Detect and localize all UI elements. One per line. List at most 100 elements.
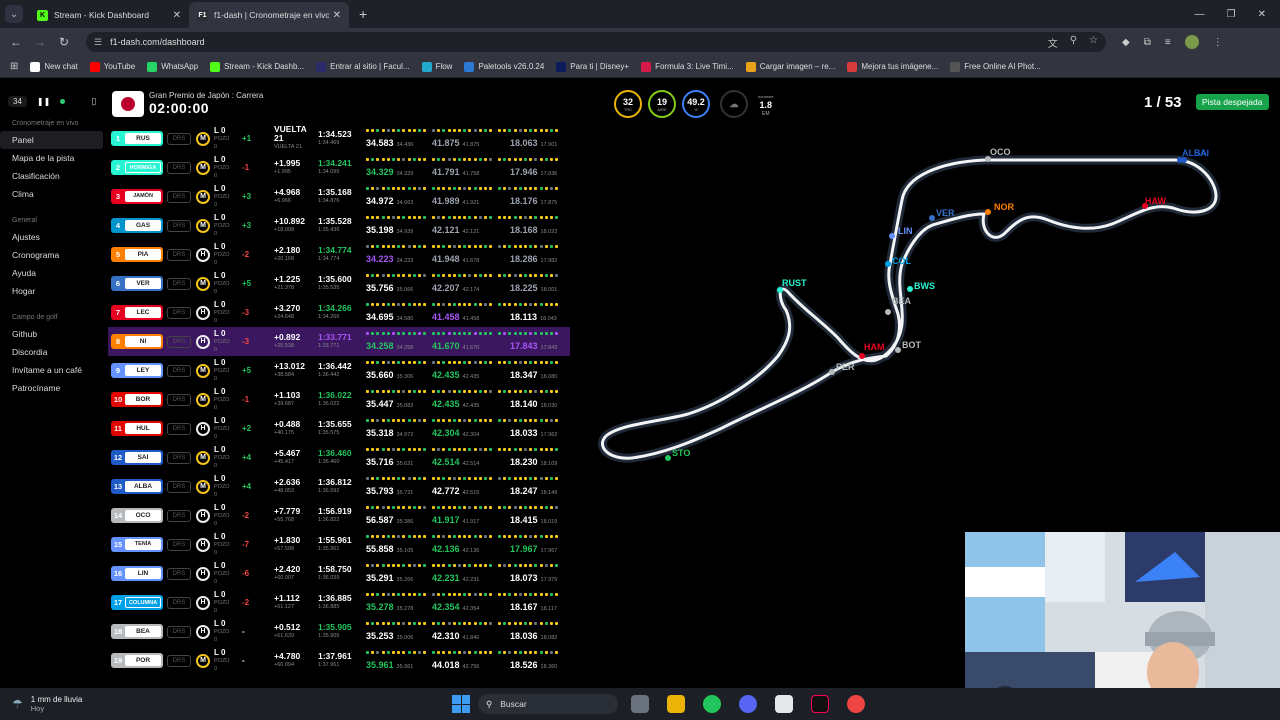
site-info-icon[interactable]: ☰: [94, 37, 102, 48]
pit-count: 0: [214, 143, 218, 150]
reload-icon[interactable]: ↻: [52, 35, 76, 49]
timing-row[interactable]: 7 LEC DRS H L 0 POZO 0 -3 +3.270 +24.648…: [108, 298, 570, 327]
timing-row[interactable]: 1 RUS DRS M L 0 POZO 0 +1 VUELTA 21 VUEL…: [108, 124, 570, 153]
task-view-icon[interactable]: [631, 695, 649, 713]
mini-sector-marker: [366, 621, 369, 625]
car-marker[interactable]: BWS: [907, 281, 935, 292]
mini-sector-marker: [478, 360, 482, 364]
minimize-icon[interactable]: —: [1195, 9, 1205, 20]
bookmark-star-icon[interactable]: ☆: [1089, 35, 1098, 50]
mini-sector-marker: [412, 592, 416, 596]
sidebar-item[interactable]: Patrocíname: [0, 379, 103, 397]
sector-3-best: 17.875: [540, 199, 558, 206]
bookmark-item[interactable]: Paletools v26.0.24: [464, 61, 544, 72]
browser-menu-icon[interactable]: ⋮: [1213, 37, 1223, 48]
timing-row[interactable]: 12 SAI DRS M L 0 POZO 0 +4 +5.467 +45.41…: [108, 443, 570, 472]
file-explorer-icon[interactable]: [667, 695, 685, 713]
best-lap-time: 1:35.961: [318, 545, 340, 552]
bookmark-item[interactable]: Cargar imagen – re...: [745, 61, 835, 72]
mini-sector-marker: [447, 157, 451, 161]
mini-sector-marker: [447, 476, 451, 480]
sidebar-item[interactable]: Cronograma: [0, 246, 103, 264]
timing-row[interactable]: 13 ALBA DRS M L 0 POZO 0 +4 +2.636 +48.0…: [108, 472, 570, 501]
sidebar-item[interactable]: Hogar: [0, 282, 103, 300]
sidebar-item[interactable]: Ayuda: [0, 264, 103, 282]
mini-sector-marker: [513, 418, 517, 422]
bookmark-item[interactable]: Mejora tus imágene...: [847, 61, 938, 72]
gap-value: +5.467: [274, 447, 301, 458]
tab-search-dropdown-icon[interactable]: ⌄: [5, 5, 23, 23]
timing-row[interactable]: 4 GAS DRS M L 0 POZO 0 +3 +10.892 +18.00…: [108, 211, 570, 240]
tab-f1-dash[interactable]: F1 f1-dash | Cronometraje en vivo ✕: [189, 2, 349, 28]
sidebar-item[interactable]: Clima: [0, 185, 103, 203]
timing-row[interactable]: 3 JAMÓN DRS M L 0 POZO 0 +3 +4.968 +6.96…: [108, 182, 570, 211]
extension-diamond-icon[interactable]: ◆: [1122, 37, 1130, 48]
sidebar-item[interactable]: Discordia: [0, 343, 103, 361]
mini-sector-marker: [432, 244, 435, 248]
pause-icon[interactable]: ❚❚: [37, 97, 50, 106]
mini-sector-marker: [392, 505, 395, 509]
timing-row[interactable]: 18 BEA DRS H L 0 POZO 0 - +0.512 +61.639…: [108, 617, 570, 646]
extensions-puzzle-icon[interactable]: ⧉: [1144, 37, 1151, 48]
sidebar-item[interactable]: Ajustes: [0, 228, 103, 246]
close-tab-icon[interactable]: ✕: [333, 10, 341, 21]
timing-row[interactable]: 10 BOR DRS M L 0 POZO 0 -1 +1.103 +39.68…: [108, 385, 570, 414]
sidebar-item[interactable]: Panel: [0, 131, 103, 149]
url-input[interactable]: ☰ f1-dash.com/dashboard 文 ⚲ ☆: [86, 32, 1106, 52]
windows-start-icon[interactable]: [452, 695, 470, 713]
bookmark-item[interactable]: Stream - Kick Dashb...: [210, 61, 304, 72]
position-number: 2: [115, 163, 121, 172]
timing-row[interactable]: 9 LEY DRS M L 0 POZO 0 +5 +13.012 +38.58…: [108, 356, 570, 385]
taskbar-weather-widget[interactable]: ☂ 1 mm de lluvia Hoy: [12, 695, 312, 713]
translate-icon[interactable]: 文: [1048, 35, 1058, 50]
notepad-icon[interactable]: [775, 695, 793, 713]
discord-icon[interactable]: [739, 695, 757, 713]
chrome-icon[interactable]: [703, 695, 721, 713]
sidebar-toggle-icon[interactable]: ▯: [91, 96, 96, 107]
bookmark-item[interactable]: WhatsApp: [147, 61, 198, 72]
bookmark-item[interactable]: Free Online AI Phot...: [950, 61, 1041, 72]
tab-kick-dashboard[interactable]: K Stream - Kick Dashboard ✕: [29, 2, 189, 28]
close-tab-icon[interactable]: ✕: [173, 10, 181, 21]
timing-row[interactable]: 11 HUL DRS H L 0 POZO 0 +2 +0.488 +40.17…: [108, 414, 570, 443]
bookmark-item[interactable]: New chat: [30, 61, 78, 72]
mini-sector-marker: [402, 244, 406, 248]
sidebar-item[interactable]: Invítame a un café: [0, 361, 103, 379]
timing-row[interactable]: 5 PIA DRS H L 0 POZO 0 -2 +2.180 +20.168…: [108, 240, 570, 269]
timing-row[interactable]: 14 OCO DRS H L 0 POZO 0 -2 +7.779 +55.76…: [108, 501, 570, 530]
timing-row[interactable]: 8 NI DRS H L 0 POZO 0 -3 +0.892 +25.538 …: [108, 327, 570, 356]
zoom-icon[interactable]: ⚲: [1070, 35, 1077, 50]
sidebar-item[interactable]: Github: [0, 325, 103, 343]
reading-list-icon[interactable]: ≡: [1165, 37, 1171, 48]
laptime-cell: 1:37.961 1:37.961: [318, 651, 366, 670]
sidebar-item[interactable]: Clasificación: [0, 167, 103, 185]
delay-badge[interactable]: 34: [8, 95, 27, 107]
tiktok-icon[interactable]: [811, 695, 829, 713]
timing-row[interactable]: 6 VER DRS M L 0 POZO 0 +5 +1.225 +21.378…: [108, 269, 570, 298]
bookmark-item[interactable]: Para ti | Disney+: [556, 61, 629, 72]
restore-icon[interactable]: ❐: [1227, 9, 1236, 20]
sidebar-item[interactable]: Mapa de la pista: [0, 149, 103, 167]
new-tab-plus-icon[interactable]: +: [359, 6, 367, 22]
bookmark-item[interactable]: YouTube: [89, 61, 135, 72]
timing-row[interactable]: 15 TENÍA DRS H L 0 POZO 0 -7 +1.830 +57.…: [108, 530, 570, 559]
app-icon[interactable]: [847, 695, 865, 713]
bookmark-item[interactable]: Formula 3: Live Timi...: [641, 61, 734, 72]
sector-1-time: 35.961: [366, 659, 394, 670]
taskbar-search-input[interactable]: ⚲ Buscar: [478, 694, 618, 714]
close-window-icon[interactable]: ✕: [1258, 9, 1266, 20]
bookmark-item[interactable]: Flow: [421, 61, 452, 72]
timing-row[interactable]: 2 HORMIGA DRS M L 0 POZO 0 -1 +1.995 +1.…: [108, 153, 570, 182]
interval-value: +57.598: [274, 545, 295, 552]
mini-sector-marker: [418, 215, 421, 219]
timing-row[interactable]: 17 COLUMNA DRS H L 0 POZO 0 -2 +1.112 +6…: [108, 588, 570, 617]
forward-arrow-icon[interactable]: →: [28, 35, 52, 49]
apps-grid-icon[interactable]: ⊞: [10, 61, 18, 72]
bookmark-item[interactable]: Entrar al sitio | Facul...: [316, 61, 410, 72]
profile-avatar-icon[interactable]: [1184, 35, 1199, 49]
car-marker[interactable]: NOR: [985, 202, 1015, 215]
back-arrow-icon[interactable]: ←: [4, 35, 28, 49]
timing-row[interactable]: 16 LIN DRS H L 0 POZO 0 -6 +2.420 +60.00…: [108, 559, 570, 588]
mini-sector-marker: [534, 244, 538, 248]
timing-row[interactable]: 19 POR DRS M L 0 POZO 0 - +4.780 +66.094…: [108, 646, 570, 675]
